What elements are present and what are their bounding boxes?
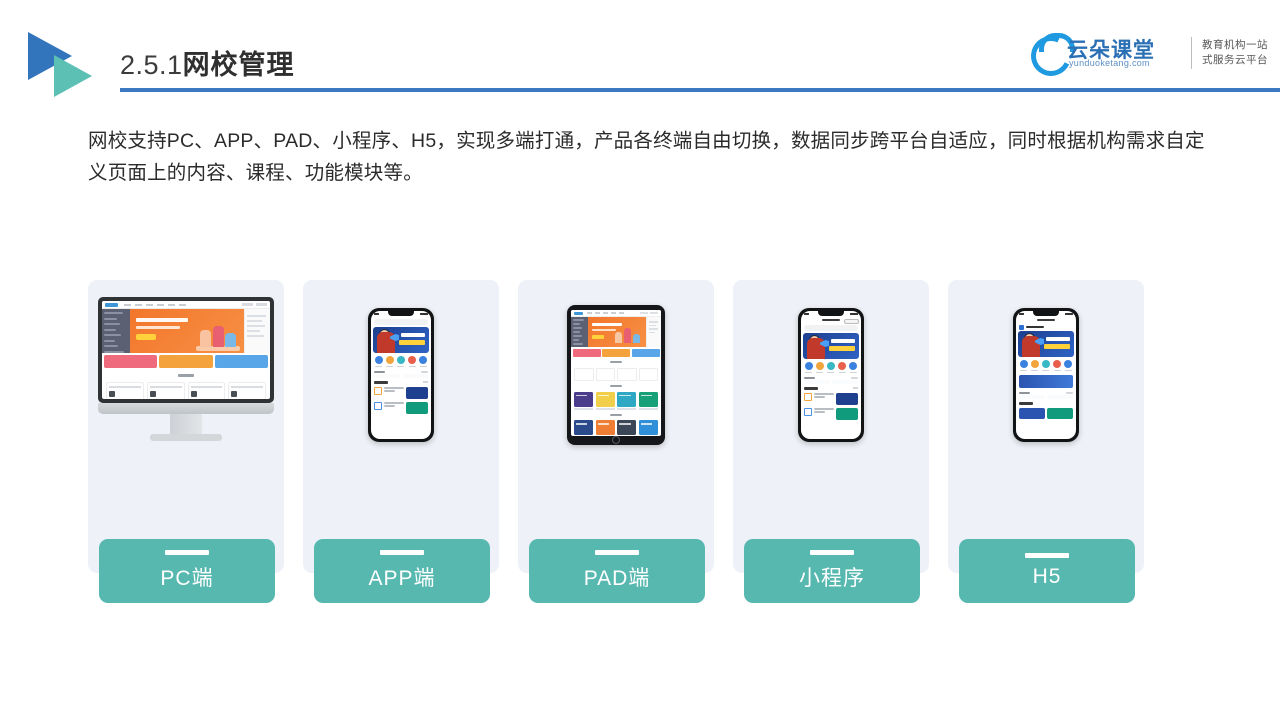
title-number: 2.5.1 <box>120 50 183 80</box>
miniprogram-icon <box>798 308 864 442</box>
brand-url: yunduoketang.com <box>1069 58 1150 68</box>
platform-card-pc[interactable]: PC端 <box>88 280 284 603</box>
body-paragraph: 网校支持PC、APP、PAD、小程序、H5，实现多端打通，产品各终端自由切换，数… <box>88 130 1205 184</box>
platform-label-h5[interactable]: H5 <box>959 539 1135 603</box>
page-title: 2.5.1网校管理 <box>120 43 295 82</box>
brand-divider <box>1191 37 1192 69</box>
home-button-icon <box>612 435 620 444</box>
device-illustration-miniprogram <box>733 280 929 470</box>
platform-label-text: PAD端 <box>583 567 651 590</box>
brand-cloud-block: 云朵课堂 yunduoketang.com <box>1025 30 1181 82</box>
platform-label-text: APP端 <box>368 567 436 590</box>
brand-tagline-line2: 式服务云平台 <box>1202 54 1268 66</box>
label-dash <box>1025 553 1069 558</box>
h5-icon <box>1013 308 1079 442</box>
play-triangle-logo-icon <box>28 27 114 105</box>
platform-card-app[interactable]: APP端 <box>303 280 499 603</box>
label-dash <box>810 550 854 555</box>
mobile-icon <box>368 308 434 442</box>
label-dash <box>165 550 209 555</box>
device-illustration-phone <box>303 280 499 470</box>
title-text: 网校管理 <box>182 50 295 80</box>
platform-label-pc[interactable]: PC端 <box>99 539 275 603</box>
platform-card-pad[interactable]: PAD端 <box>518 280 714 603</box>
platform-label-pad[interactable]: PAD端 <box>529 539 705 603</box>
platform-label-miniprogram[interactable]: 小程序 <box>744 539 920 603</box>
platform-label-app[interactable]: APP端 <box>314 539 490 603</box>
tablet-icon <box>567 305 665 445</box>
platform-card-h5[interactable]: H5 <box>948 280 1144 603</box>
device-illustration-desktop <box>88 280 284 470</box>
brand-logo: 云朵课堂 yunduoketang.com 教育机构一站 式服务云平台 <box>1025 30 1268 82</box>
platform-card-list: PC端 APP端 PAD端 小程序 H5 <box>88 280 1198 603</box>
slide-header: 2.5.1网校管理 云朵课堂 yunduoketang.com 教育机构一站 式… <box>0 0 1280 100</box>
desktop-icon <box>98 295 274 455</box>
title-underline-rule <box>120 88 1280 92</box>
platform-card-miniprogram[interactable]: 小程序 <box>733 280 929 603</box>
label-dash <box>595 550 639 555</box>
label-dash <box>380 550 424 555</box>
platform-label-text: 小程序 <box>799 567 865 590</box>
brand-tagline: 教育机构一站 式服务云平台 <box>1202 38 1268 68</box>
brand-tagline-line1: 教育机构一站 <box>1202 38 1268 51</box>
platform-label-text: H5 <box>1032 565 1062 588</box>
platform-label-text: PC端 <box>160 567 214 590</box>
device-illustration-h5 <box>948 280 1144 470</box>
device-illustration-tablet <box>518 280 714 470</box>
